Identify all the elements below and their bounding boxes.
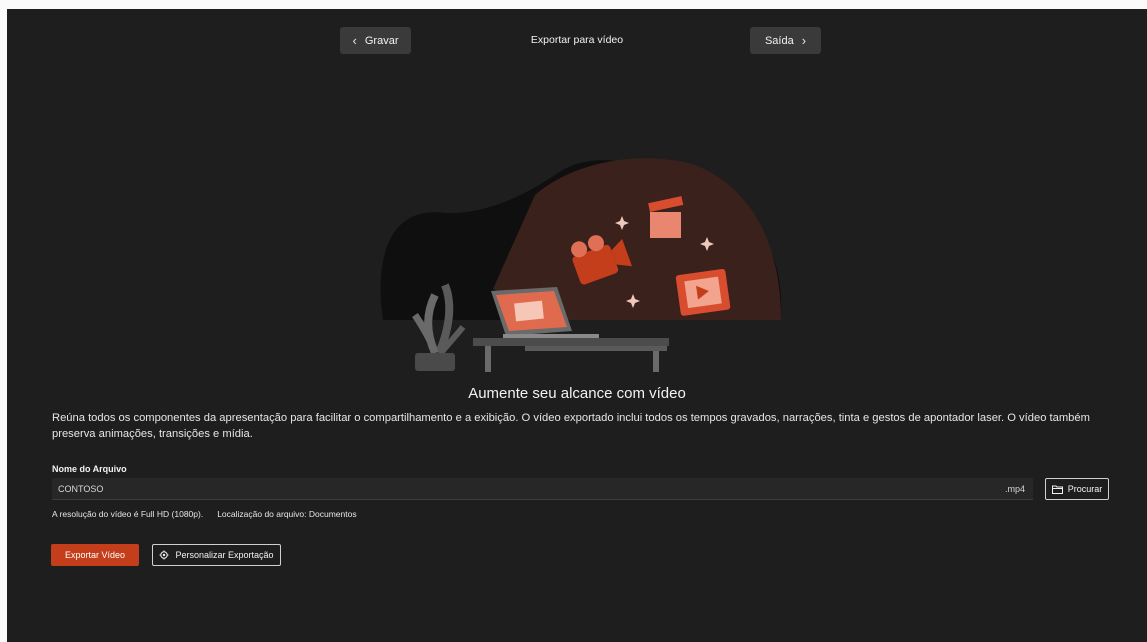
page-title: Exportar para vídeo: [530, 34, 624, 46]
file-extension: .mp4: [997, 478, 1033, 500]
browse-label: Procurar: [1067, 484, 1103, 494]
customize-export-button[interactable]: Personalizar Exportação: [152, 544, 281, 566]
top-navigation: ‹ Gravar Exportar para vídeo Saída ›: [7, 9, 1147, 79]
file-info: A resolução do vídeo é Full HD (1080p). L…: [52, 509, 357, 519]
export-video-panel: ‹ Gravar Exportar para vídeo Saída › Aum…: [7, 9, 1147, 642]
export-video-label: Exportar Vídeo: [64, 550, 126, 560]
headline: Aumente seu alcance com vídeo: [468, 385, 686, 402]
location-text: Localização do arquivo: Documentos: [217, 509, 357, 519]
chevron-right-icon: ›: [801, 33, 807, 48]
resolution-text: A resolução do vídeo é Full HD (1080p).: [52, 509, 204, 519]
export-video-button[interactable]: Exportar Vídeo: [51, 544, 139, 566]
file-name-input[interactable]: [52, 478, 997, 500]
file-name-label: Nome do Arquivo: [52, 464, 127, 474]
customize-export-label: Personalizar Exportação: [175, 550, 274, 560]
description: Reúna todos os componentes da apresentaç…: [52, 412, 1090, 440]
next-label: Saída: [764, 34, 794, 47]
folder-icon: [1051, 485, 1063, 494]
video-illustration: [380, 158, 782, 372]
next-button[interactable]: Saída ›: [750, 27, 821, 54]
settings-icon: [159, 550, 169, 560]
browse-button[interactable]: Procurar: [1045, 478, 1109, 500]
